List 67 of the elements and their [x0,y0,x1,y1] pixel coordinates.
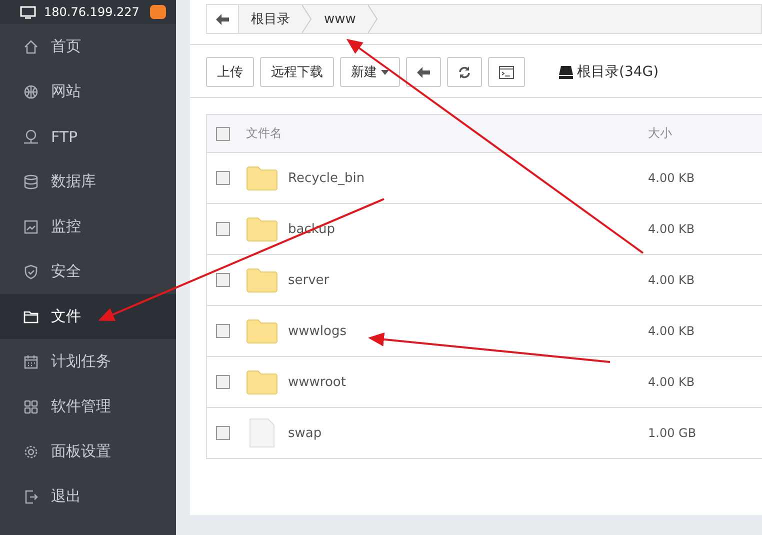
shield-check-icon [23,264,39,280]
file-icon [249,418,275,448]
file-name[interactable]: wwwroot [288,374,346,390]
calendar-icon [23,354,39,370]
chevron-separator-icon [302,5,312,33]
drive-icon [559,66,573,78]
home-icon [23,38,39,54]
file-size: 4.00 KB [648,375,696,389]
arrow-left-icon [417,66,430,78]
grid-icon [23,398,39,414]
refresh-button[interactable] [447,57,482,87]
file-name[interactable]: swap [288,426,322,440]
sidebar-item[interactable]: 面板设置 [0,429,176,474]
sidebar-item[interactable]: 退出 [0,474,176,519]
folder-icon [246,216,278,242]
folder-icon [23,308,39,324]
settings-icon [23,444,39,460]
monitor-icon [20,6,36,18]
sidebar-item[interactable]: 网站 [0,69,176,114]
caret-icon [381,70,389,74]
select-all-checkbox[interactable] [216,126,230,140]
terminal-button[interactable] [488,57,525,87]
folder-icon [246,165,278,191]
sidebar-item[interactable]: 软件管理 [0,384,176,429]
row-checkbox[interactable] [216,171,230,185]
toolbar-button[interactable]: 远程下载 [260,57,334,87]
file-size: 4.00 KB [648,324,696,338]
server-address: 180.76.199.227 [44,5,140,19]
terminal-icon [499,66,514,78]
globe-icon [23,84,39,100]
row-checkbox[interactable] [216,375,230,389]
back-button[interactable] [406,57,441,87]
sidebar-item[interactable]: 文件 [0,294,176,339]
file-size: 4.00 KB [648,222,696,236]
database-icon [23,174,39,190]
file-size: 4.00 KB [648,273,696,287]
row-checkbox[interactable] [216,324,230,338]
breadcrumb-link[interactable]: 根目录 [239,5,312,33]
new-dropdown-button[interactable]: 新建 [340,57,400,87]
sidebar-item[interactable]: 数据库 [0,159,176,204]
file-name[interactable]: server [288,272,330,288]
network-globe-icon [23,128,39,144]
sidebar-item[interactable]: 安全 [0,249,176,294]
refresh-icon [458,66,471,78]
file-name[interactable]: wwwlogs [288,324,346,338]
row-checkbox[interactable] [216,273,230,287]
folder-icon [246,267,278,293]
sidebar-item[interactable]: FTP [0,114,176,159]
arrow-left-icon [216,14,229,24]
file-size: 4.00 KB [648,171,696,185]
disk-label: 根目录(34G) [559,63,659,81]
sidebar-item[interactable]: 计划任务 [0,339,176,384]
breadcrumb-link[interactable]: www [312,5,378,33]
notification-badge [150,5,166,19]
toolbar-button[interactable]: 上传 [206,57,254,87]
row-checkbox[interactable] [216,426,230,440]
logout-icon [23,488,39,504]
file-name[interactable]: Recycle_bin [288,170,365,186]
folder-icon [246,369,278,395]
sidebar-item[interactable]: 监控 [0,204,176,249]
chart-frame-icon [23,218,39,234]
file-size: 1.00 GB [648,426,698,440]
breadcrumb-back-button[interactable] [207,5,239,33]
chevron-separator-icon [368,5,378,33]
sidebar-item[interactable]: 首页 [0,24,176,69]
folder-icon [246,318,278,344]
row-checkbox[interactable] [216,222,230,236]
